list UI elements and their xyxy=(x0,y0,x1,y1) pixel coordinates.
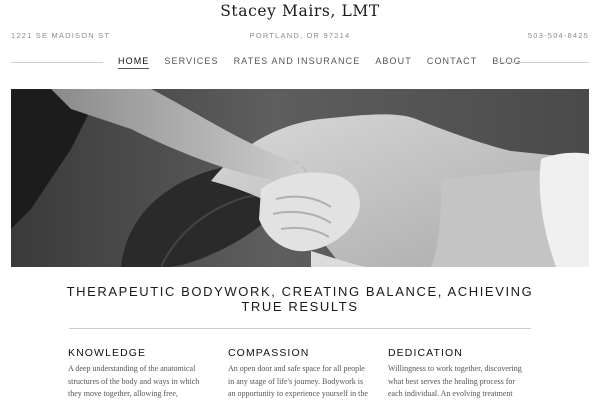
feature-dedication: DEDICATION Willingness to work together,… xyxy=(388,347,538,401)
feature-line: in any stage of life's journey. Bodywork… xyxy=(228,376,364,386)
nav-services[interactable]: SERVICES xyxy=(164,56,218,69)
headline-line-2: TRUE RESULTS xyxy=(241,299,359,314)
main-nav: HOME SERVICES RATES AND INSURANCE ABOUT … xyxy=(118,56,537,69)
hero-image xyxy=(11,89,589,267)
feature-compassion: COMPASSION An open door and safe space f… xyxy=(228,347,378,401)
feature-line: structures of the body and ways in which xyxy=(68,376,200,386)
nav-divider-left xyxy=(11,62,103,63)
feature-line: they move together, allowing free, xyxy=(68,389,178,398)
nav-about[interactable]: ABOUT xyxy=(375,56,412,69)
city-text: PORTLAND, OR 97214 xyxy=(249,31,351,40)
site-title[interactable]: Stacey Mairs, LMT xyxy=(0,2,600,20)
hero-headline: THERAPEUTIC BODYWORK, CREATING BALANCE, … xyxy=(60,284,540,314)
headline-line-1: THERAPEUTIC BODYWORK, CREATING BALANCE, … xyxy=(66,284,534,299)
nav-contact[interactable]: CONTACT xyxy=(427,56,478,69)
nav-divider-right xyxy=(497,62,589,63)
nav-rates-and-insurance[interactable]: RATES AND INSURANCE xyxy=(234,56,361,69)
massage-photo xyxy=(11,89,589,267)
feature-text: An open door and safe space for all peop… xyxy=(228,363,378,401)
feature-knowledge: KNOWLEDGE A deep understanding of the an… xyxy=(68,347,218,401)
feature-title: DEDICATION xyxy=(388,347,463,359)
feature-text: Willingness to work together, discoverin… xyxy=(388,363,538,401)
feature-title: COMPASSION xyxy=(228,347,310,359)
feature-line: Willingness to work together, discoverin… xyxy=(388,364,522,373)
feature-text: A deep understanding of the anatomical s… xyxy=(68,363,218,401)
nav-home[interactable]: HOME xyxy=(118,56,150,69)
phone-link[interactable]: 503-504-8425 xyxy=(528,31,589,40)
feature-line: An open door and safe space for all peop… xyxy=(228,364,365,373)
feature-line: an opportunity to experience yourself in… xyxy=(228,389,368,398)
section-divider xyxy=(69,328,531,329)
feature-line: what best serves the healing process for xyxy=(388,376,516,386)
feature-line: A deep understanding of the anatomical xyxy=(68,364,196,373)
feature-line: each individual. An evolving treatment xyxy=(388,389,513,398)
feature-title: KNOWLEDGE xyxy=(68,347,147,359)
